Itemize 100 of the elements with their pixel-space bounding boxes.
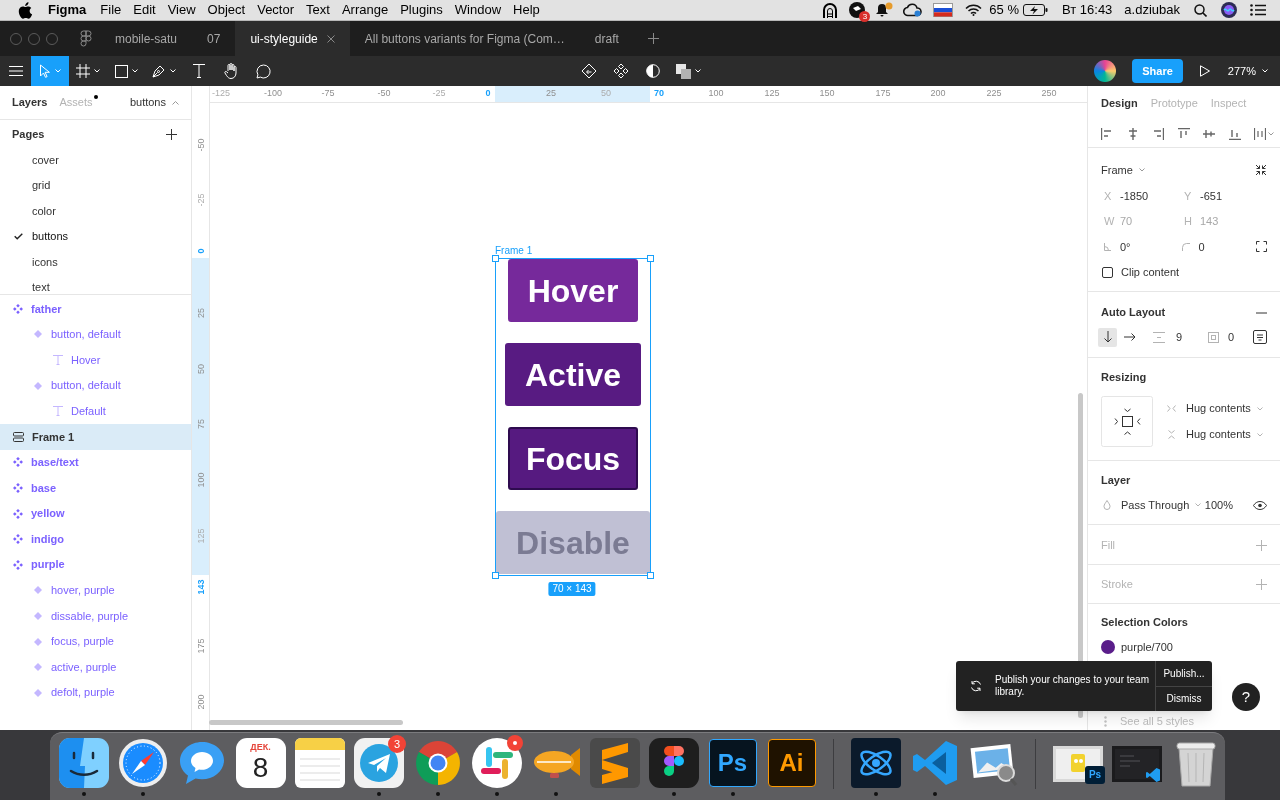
menu-item[interactable]: Edit — [133, 0, 156, 20]
window-thumbnail-drawing[interactable] — [1111, 746, 1162, 782]
window-thumbnail-drawing[interactable] — [1052, 746, 1103, 782]
wifi-icon[interactable] — [965, 4, 983, 16]
panel-tab[interactable]: Design — [1101, 94, 1138, 112]
search-icon[interactable] — [1194, 3, 1207, 17]
color-name[interactable]: purple/700 — [1121, 638, 1173, 656]
panel-tab[interactable]: Layers — [12, 94, 48, 111]
calendar-icon[interactable]: ДЕК. 8 — [235, 738, 286, 788]
number-field[interactable]: 0 — [1198, 238, 1205, 255]
file-tab[interactable]: ui-styleguide — [235, 21, 350, 56]
resizing-diagram[interactable] — [1101, 396, 1153, 447]
layer-row[interactable]: button, default — [0, 372, 191, 399]
user-name[interactable]: a.dziubak — [1124, 0, 1180, 20]
layer-row[interactable]: indigo — [0, 526, 191, 552]
file-tab[interactable]: draft — [579, 21, 634, 56]
layer-row[interactable]: yellow — [0, 500, 191, 527]
page-item[interactable]: text — [0, 281, 191, 294]
battery-icon[interactable] — [1023, 4, 1048, 16]
flag-icon[interactable] — [933, 3, 954, 17]
collapse-arrows-icon[interactable] — [1255, 164, 1267, 176]
file-tab[interactable]: 07 — [192, 21, 236, 56]
frame-dropdown[interactable]: Frame — [1101, 161, 1145, 179]
layer-row[interactable]: Frame 1 — [0, 423, 191, 450]
zigzag-logo-icon[interactable] — [589, 738, 640, 788]
toast-action-button[interactable]: Publish... — [1156, 661, 1212, 686]
number-field[interactable]: -1850 — [1120, 187, 1149, 204]
layer-row[interactable]: dissable, purple — [0, 603, 191, 629]
layer-row[interactable]: purple — [0, 551, 191, 578]
page-item[interactable]: grid — [0, 179, 191, 192]
menu-item[interactable]: Text — [306, 0, 330, 20]
pinwheel-icon[interactable] — [471, 738, 522, 788]
orb-icon[interactable] — [1221, 2, 1237, 18]
close-icon[interactable] — [326, 34, 335, 43]
component-icon[interactable] — [613, 63, 629, 79]
avatar[interactable] — [1094, 60, 1117, 82]
orbit-logo-icon[interactable] — [850, 738, 901, 788]
resizing-dropdown[interactable]: Hug contents — [1167, 421, 1263, 448]
expand-corners-icon[interactable] — [1256, 241, 1267, 253]
page-item[interactable]: buttons — [0, 230, 191, 243]
letter-tile[interactable]: Ai — [767, 739, 816, 787]
menu-item[interactable]: Object — [207, 0, 246, 20]
number-field[interactable]: 0° — [1120, 238, 1131, 255]
resizing-dropdown[interactable]: Hug contents — [1167, 395, 1263, 422]
page-item[interactable]: color — [0, 204, 191, 218]
smiling-face-icon[interactable] — [58, 738, 109, 788]
horizontal-scrollbar[interactable] — [209, 720, 403, 725]
eye-icon[interactable] — [1253, 500, 1267, 510]
align-vertical-centers-icon[interactable] — [1203, 127, 1215, 140]
layer-row[interactable]: hover, purple — [0, 577, 191, 604]
resize-handle[interactable] — [492, 572, 499, 579]
menu-item[interactable]: File — [100, 0, 122, 20]
align-bottom-icon[interactable] — [1228, 127, 1241, 140]
menu-item[interactable]: Arrange — [341, 0, 389, 20]
alignment-settings-icon[interactable] — [1253, 330, 1267, 344]
layer-row[interactable]: base — [0, 475, 191, 501]
toast-action-button[interactable]: Dismiss — [1156, 685, 1212, 711]
color-swatch[interactable] — [1101, 640, 1115, 654]
file-tab[interactable]: All buttons variants for Figma (Com… — [349, 21, 580, 56]
figma-logo-icon[interactable] — [80, 29, 92, 48]
align-right-icon[interactable] — [1152, 127, 1164, 140]
menu-item[interactable]: Vector — [257, 0, 295, 20]
align-top-icon[interactable] — [1177, 127, 1190, 140]
contrast-icon[interactable] — [646, 64, 660, 78]
letter-tile[interactable]: Ps — [708, 739, 757, 787]
clock[interactable]: Вт 16:43 — [1062, 0, 1113, 20]
compass-icon[interactable] — [117, 738, 168, 788]
opacity-field[interactable]: 100% — [1204, 496, 1233, 514]
resize-handle[interactable] — [647, 572, 654, 579]
layer-row[interactable]: active, purple — [0, 654, 191, 680]
shapes-logo-icon[interactable] — [648, 738, 699, 788]
menu-item[interactable]: View — [167, 0, 196, 20]
align-horizontal-centers-icon[interactable] — [1126, 127, 1139, 140]
diamond-arrow-icon[interactable] — [581, 63, 597, 79]
page-item[interactable]: cover — [0, 153, 191, 167]
layer-row[interactable]: defolt, purple — [0, 679, 191, 706]
bell-icon[interactable] — [875, 2, 894, 18]
notepad-icon[interactable] — [294, 738, 345, 788]
cloud-icon[interactable] — [903, 3, 923, 17]
checkbox[interactable] — [1102, 266, 1113, 278]
selected-frame[interactable]: Hover Active Focus Disable — [495, 258, 651, 576]
layer-row[interactable]: base/text — [0, 449, 191, 476]
plus-icon[interactable] — [166, 128, 177, 140]
layer-row[interactable]: button, default — [0, 321, 191, 348]
app-menu[interactable]: Figma — [48, 0, 87, 20]
layer-row[interactable]: focus, purple — [0, 628, 191, 655]
resize-handle[interactable] — [647, 255, 654, 262]
direction-button[interactable] — [1098, 327, 1117, 347]
arch-icon[interactable] — [823, 2, 838, 18]
number-field[interactable]: 9 — [1176, 328, 1196, 346]
apple-logo-icon[interactable] — [18, 1, 32, 19]
menu-item[interactable]: Window — [454, 0, 502, 20]
menu-item[interactable]: Plugins — [400, 0, 443, 20]
menu-item[interactable]: Help — [513, 0, 540, 20]
page-item[interactable]: icons — [0, 255, 191, 269]
page-selector[interactable]: buttons — [129, 94, 179, 111]
number-field[interactable]: -651 — [1200, 187, 1223, 204]
blend-mode-dropdown[interactable]: Pass Through — [1101, 496, 1202, 514]
layer-row[interactable]: Default — [0, 398, 191, 424]
distribute-dropdown[interactable] — [1254, 127, 1274, 140]
